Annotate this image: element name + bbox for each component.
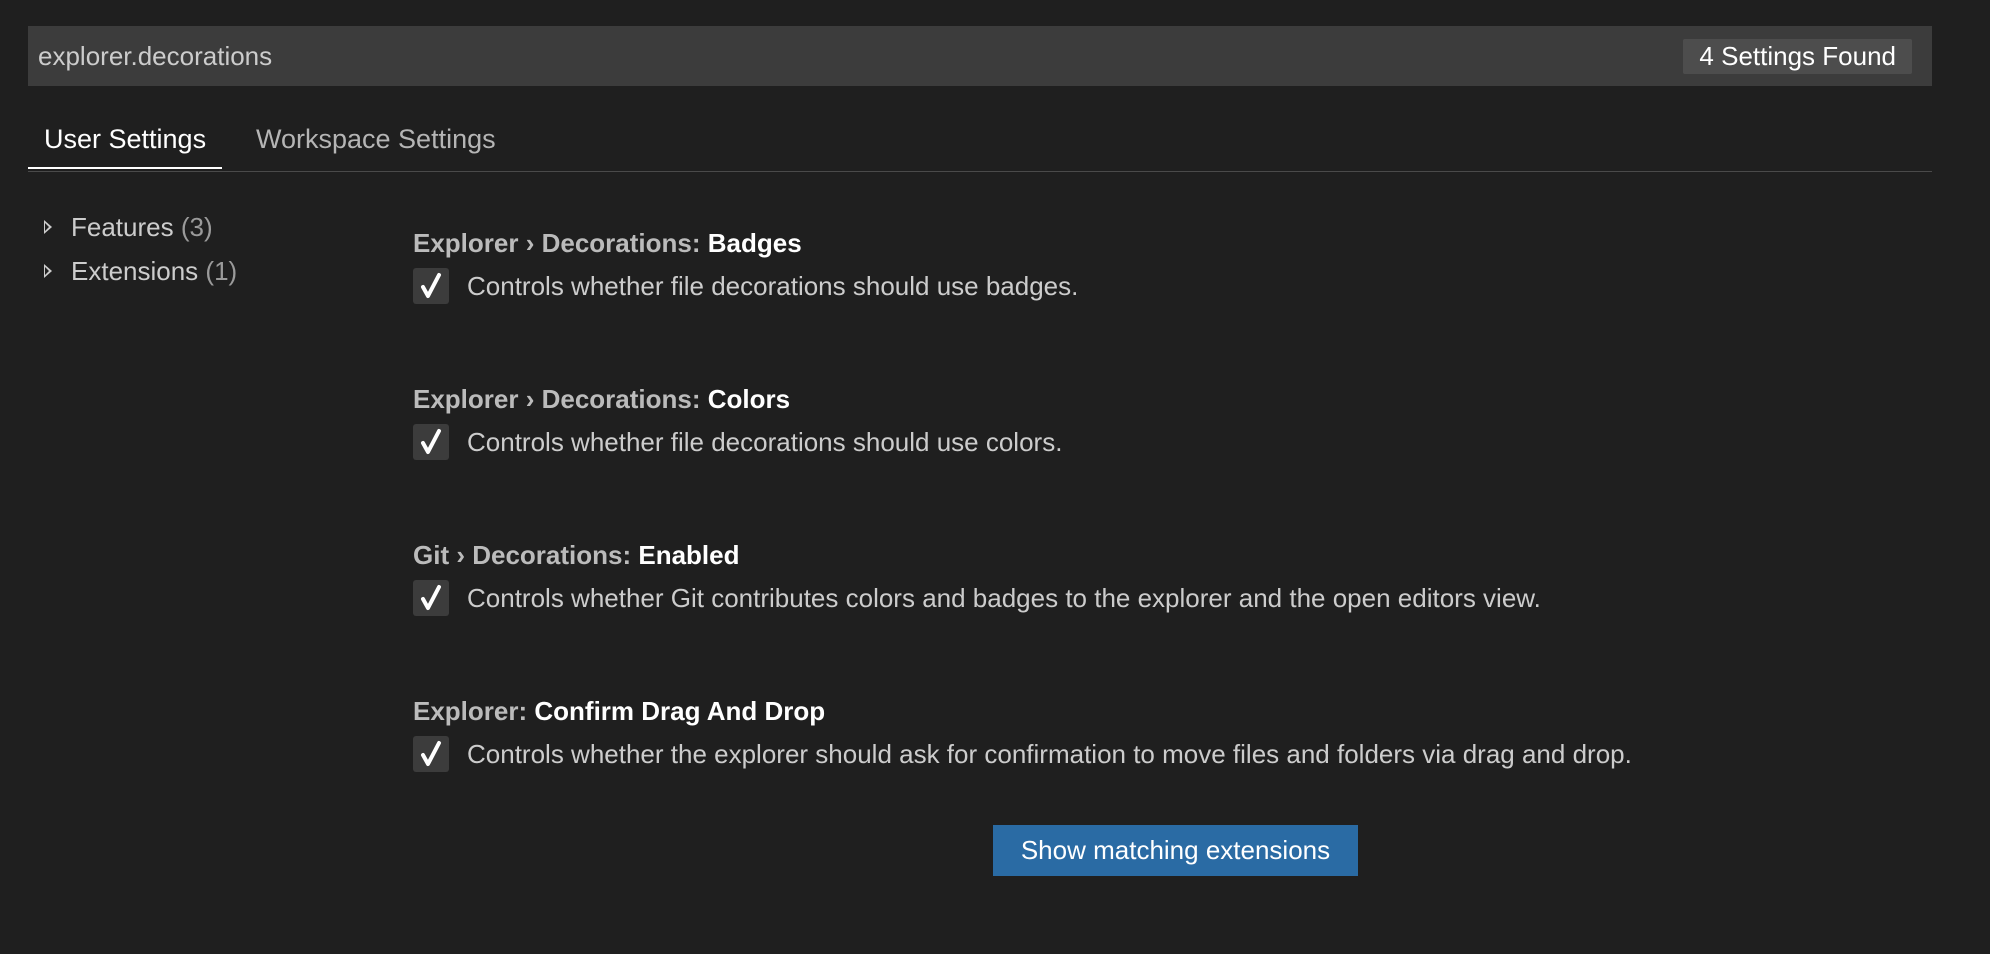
setting-description: Controls whether file decorations should… [467, 271, 1079, 301]
checkmark-icon [421, 273, 441, 298]
setting-title: Git › Decorations: Enabled [413, 536, 1913, 574]
setting-checkbox[interactable] [413, 268, 449, 304]
setting-checkbox[interactable] [413, 736, 449, 772]
tree-item-count: (3) [180, 212, 213, 242]
setting-description: Controls whether the explorer should ask… [467, 739, 1632, 769]
tree-item-extensions[interactable]: Extensions (1) [40, 249, 237, 293]
setting-checkbox[interactable] [413, 424, 449, 460]
settings-editor: 4 Settings Found User Settings Workspace… [0, 0, 1990, 954]
search-input[interactable] [38, 26, 1638, 86]
setting-title: Explorer: Confirm Drag And Drop [413, 692, 1913, 730]
setting-key: Confirm Drag And Drop [534, 696, 826, 726]
setting-category: Explorer › Decorations: [413, 228, 708, 258]
setting-key: Enabled [638, 540, 740, 570]
setting-explorer-decorations-colors: Explorer › Decorations: Colors Controls … [413, 380, 1913, 464]
setting-category: Explorer › Decorations: [413, 384, 708, 414]
setting-explorer-confirm-drag-and-drop: Explorer: Confirm Drag And Drop Controls… [413, 692, 1913, 776]
setting-title: Explorer › Decorations: Colors [413, 380, 1913, 418]
checkmark-icon [421, 741, 441, 766]
setting-description: Controls whether file decorations should… [467, 427, 1063, 457]
tree-item-features[interactable]: Features (3) [40, 205, 237, 249]
setting-value-row: Controls whether file decorations should… [413, 264, 1913, 308]
settings-category-tree: Features (3) Extensions (1) [40, 205, 237, 293]
setting-value-row: Controls whether the explorer should ask… [413, 732, 1913, 776]
setting-value-row: Controls whether file decorations should… [413, 420, 1913, 464]
setting-title: Explorer › Decorations: Badges [413, 224, 1913, 262]
tree-item-label: Features [71, 212, 174, 242]
tree-item-label: Extensions [71, 256, 199, 286]
setting-category: Explorer: [413, 696, 535, 726]
setting-description: Controls whether Git contributes colors … [467, 583, 1541, 613]
setting-checkbox[interactable] [413, 580, 449, 616]
results-count-badge: 4 Settings Found [1683, 39, 1912, 74]
checkmark-icon [421, 585, 441, 610]
setting-value-row: Controls whether Git contributes colors … [413, 576, 1913, 620]
setting-key: Colors [707, 384, 791, 414]
setting-explorer-decorations-badges: Explorer › Decorations: Badges Controls … [413, 224, 1913, 308]
tab-user-settings[interactable]: User Settings [28, 112, 223, 169]
search-bar: 4 Settings Found [28, 26, 1932, 86]
chevron-right-icon [44, 220, 52, 234]
setting-git-decorations-enabled: Git › Decorations: Enabled Controls whet… [413, 536, 1913, 620]
chevron-right-icon [44, 264, 52, 278]
settings-scope-tabs: User Settings Workspace Settings [28, 112, 1932, 172]
setting-category: Git › Decorations: [413, 540, 639, 570]
tab-workspace-settings[interactable]: Workspace Settings [240, 112, 512, 169]
show-matching-extensions-button[interactable]: Show matching extensions [993, 825, 1358, 876]
checkmark-icon [421, 429, 441, 454]
setting-key: Badges [707, 228, 802, 258]
tree-item-count: (1) [205, 256, 238, 286]
